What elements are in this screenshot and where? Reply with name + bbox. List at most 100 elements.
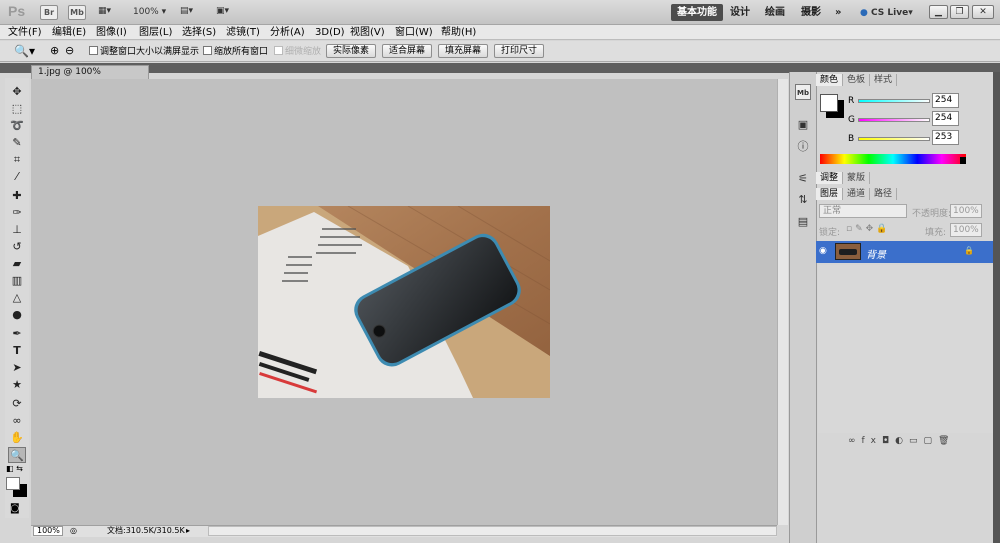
menu-help[interactable]: 帮助(H) — [441, 25, 476, 40]
fit-screen-button[interactable]: 适合屏幕 — [382, 44, 432, 58]
menu-select[interactable]: 选择(S) — [182, 25, 216, 40]
hand-tool-icon[interactable]: ✋ — [8, 430, 26, 446]
menu-file[interactable]: 文件(F) — [8, 25, 42, 40]
blue-value[interactable]: 253 — [932, 130, 959, 145]
document-info-icon[interactable]: ◎ — [70, 526, 77, 535]
3d-rotate-tool-icon[interactable]: ⟳ — [8, 396, 26, 412]
cs-live-button[interactable]: ● CS Live▾ — [860, 8, 913, 18]
dodge-tool-icon[interactable]: ● — [8, 307, 26, 323]
tab-masks[interactable]: 蒙版 — [843, 172, 871, 184]
tab-color[interactable]: 颜色 — [816, 74, 844, 86]
tab-layers[interactable]: 图层 — [816, 188, 844, 200]
menu-analysis[interactable]: 分析(A) — [270, 25, 305, 40]
green-slider[interactable] — [858, 118, 930, 122]
workspace-design[interactable]: 设计 — [724, 4, 756, 21]
mini-bridge-panel-icon[interactable]: Mb — [795, 84, 811, 100]
color-spectrum-bar[interactable] — [820, 154, 966, 164]
menu-3d[interactable]: 3D(D) — [315, 25, 345, 40]
actual-pixels-button[interactable]: 实际像素 — [326, 44, 376, 58]
layer-visibility-eye-icon[interactable]: ◉ — [819, 246, 827, 256]
info-panel-icon[interactable]: ⓘ — [795, 139, 811, 155]
checkbox-box — [203, 46, 212, 55]
zoom-tool-preset-icon[interactable]: 🔍▾ — [14, 44, 35, 58]
zoom-all-windows-checkbox[interactable]: 缩放所有窗口 — [203, 46, 268, 58]
menu-layer[interactable]: 图层(L) — [139, 25, 172, 40]
crop-tool-icon[interactable]: ⌗ — [8, 152, 26, 168]
blue-slider[interactable] — [858, 137, 930, 141]
mini-bridge-button[interactable]: Mb — [68, 5, 86, 20]
quick-mask-icon[interactable]: ◙ — [10, 503, 20, 514]
tab-swatches[interactable]: 色板 — [843, 74, 871, 86]
resize-windows-checkbox[interactable]: 调整窗口大小以满屏显示 — [89, 46, 199, 58]
black-swatch[interactable] — [960, 157, 966, 164]
red-slider[interactable] — [858, 99, 930, 103]
move-tool-icon[interactable]: ✥ — [8, 84, 26, 100]
green-value[interactable]: 254 — [932, 111, 959, 126]
restore-button[interactable]: ❐ — [950, 5, 969, 19]
lasso-tool-icon[interactable]: ➰ — [8, 118, 26, 134]
menu-edit[interactable]: 编辑(E) — [52, 25, 86, 40]
fill-screen-button[interactable]: 填充屏幕 — [438, 44, 488, 58]
workspace-essentials[interactable]: 基本功能 — [671, 4, 723, 21]
zoom-out-icon[interactable]: ⊖ — [65, 44, 74, 57]
minimize-button[interactable]: ▁ — [929, 5, 948, 19]
print-size-button[interactable]: 打印尺寸 — [494, 44, 544, 58]
checkbox-label: 细微缩放 — [285, 47, 322, 57]
eyedropper-tool-icon[interactable]: ⁄ — [8, 169, 26, 185]
scrubby-zoom-checkbox[interactable]: 细微缩放 — [274, 46, 321, 58]
3d-orbit-tool-icon[interactable]: ∞ — [8, 413, 26, 429]
vertical-scrollbar[interactable] — [777, 79, 788, 525]
adjustments-panel-icon[interactable]: ⚟ — [795, 171, 811, 187]
tab-channels[interactable]: 通道 — [843, 188, 871, 200]
tab-styles[interactable]: 样式 — [870, 74, 898, 86]
layer-name[interactable]: 背景 — [866, 246, 886, 261]
layers-panel-icon[interactable]: ▤ — [795, 214, 811, 230]
history-brush-tool-icon[interactable]: ↺ — [8, 239, 26, 255]
red-value[interactable]: 254 — [932, 93, 959, 108]
navigator-panel-icon[interactable]: ▣ — [795, 117, 811, 133]
blur-tool-icon[interactable]: △ — [8, 290, 26, 306]
type-tool-icon[interactable]: T — [8, 343, 26, 359]
grid-icon[interactable]: ▦▾ — [98, 6, 111, 16]
menu-filter[interactable]: 滤镜(T) — [226, 25, 260, 40]
clone-stamp-tool-icon[interactable]: ⊥ — [8, 222, 26, 238]
menu-window[interactable]: 窗口(W) — [395, 25, 433, 40]
zoom-field[interactable]: 100% — [33, 526, 63, 536]
brush-tool-icon[interactable]: ✑ — [8, 205, 26, 221]
foreground-color-chip[interactable] — [820, 94, 838, 112]
gradient-tool-icon[interactable]: ▥ — [8, 273, 26, 289]
zoom-in-icon[interactable]: ⊕ — [50, 44, 59, 57]
arrange-documents-icon[interactable]: ▤▾ — [180, 6, 193, 16]
eraser-tool-icon[interactable]: ▰ — [8, 256, 26, 272]
workspace-painting[interactable]: 绘画 — [759, 4, 791, 21]
default-colors-icon[interactable]: ◧ ⇆ — [6, 464, 23, 473]
channels-panel-icon[interactable]: ⇅ — [795, 192, 811, 208]
horizontal-scrollbar[interactable] — [208, 526, 777, 536]
layers-bottom-buttons[interactable]: ∞fx◘◐▭▢🗑 — [848, 436, 955, 446]
foreground-color-swatch[interactable] — [6, 477, 20, 490]
more-workspaces-button[interactable]: » — [829, 4, 847, 21]
menu-view[interactable]: 视图(V) — [350, 25, 385, 40]
lock-icons[interactable]: ▫✎✥🔒 — [846, 224, 890, 234]
workspace-photography[interactable]: 摄影 — [795, 4, 827, 21]
bridge-button[interactable]: Br — [40, 5, 58, 20]
menu-image[interactable]: 图像(I) — [96, 25, 127, 40]
panel-scrollbar[interactable] — [993, 72, 1000, 543]
tab-adjustments[interactable]: 调整 — [816, 172, 844, 184]
document-tab[interactable]: 1.jpg @ 100%(RGB/8*)✕ — [31, 65, 149, 91]
opacity-field[interactable]: 100% — [950, 204, 982, 218]
screen-mode-icon[interactable]: ▣▾ — [216, 6, 229, 16]
marquee-tool-icon[interactable]: ⬚ — [8, 101, 26, 117]
blend-mode-dropdown[interactable]: 正常 — [819, 204, 907, 218]
close-button[interactable]: ✕ — [972, 5, 994, 19]
zoom-tool-icon[interactable]: 🔍 — [8, 447, 26, 463]
zoom-level-dropdown[interactable]: 100% ▾ — [133, 7, 166, 17]
fill-field[interactable]: 100% — [950, 223, 982, 237]
quick-selection-tool-icon[interactable]: ✎ — [8, 135, 26, 151]
tab-paths[interactable]: 路径 — [870, 188, 898, 200]
shape-tool-icon[interactable]: ★ — [8, 377, 26, 393]
path-selection-tool-icon[interactable]: ➤ — [8, 360, 26, 376]
status-menu-arrow-icon[interactable]: ▸ — [186, 526, 190, 535]
healing-brush-tool-icon[interactable]: ✚ — [8, 188, 26, 204]
pen-tool-icon[interactable]: ✒ — [8, 326, 26, 342]
